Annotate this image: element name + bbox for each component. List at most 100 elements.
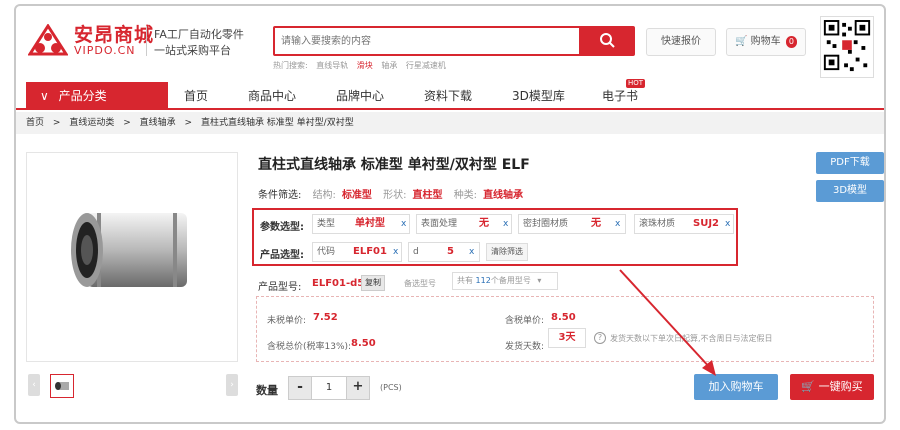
nav-item-home[interactable]: 首页	[184, 82, 208, 110]
alt-count: 112	[475, 276, 491, 285]
search-box	[273, 26, 581, 56]
param-name: d	[413, 247, 419, 257]
filter-value[interactable]: 直线轴承	[483, 190, 523, 201]
untaxed-price-label: 未税单价:	[267, 316, 307, 326]
param-name: 滚珠材质	[639, 219, 676, 229]
param-name: 表面处理	[421, 219, 458, 229]
pdf-download-button[interactable]: PDF下载	[816, 152, 884, 174]
param-selection-box: 参数选型: 类型 单衬型 x 表面处理 无 x 密封圈材质 无 x 滚珠材质 S…	[252, 208, 738, 266]
chevron-down-icon: ∨	[40, 89, 49, 103]
hot-search-label: 热门搜索:	[273, 61, 308, 70]
cart-button[interactable]: 🛒 购物车 0	[726, 28, 806, 56]
clear-filter-button[interactable]: 清除筛选	[486, 243, 528, 261]
remove-param-icon[interactable]: x	[469, 243, 474, 261]
hot-searches: 热门搜索: 直线导轨 滑块 轴承 行星减速机	[273, 60, 452, 71]
quick-quote-button[interactable]: 快速报价	[646, 28, 716, 56]
help-icon: ?	[594, 332, 606, 344]
param-name: 密封圈材质	[523, 219, 569, 229]
remove-param-icon[interactable]: x	[615, 215, 620, 233]
param-chip-ball[interactable]: 滚珠材质 SUJ2 x	[634, 214, 734, 234]
logo-icon	[28, 24, 68, 56]
copy-button[interactable]: 复制	[361, 275, 385, 291]
alt-suffix: 个备用型号	[490, 276, 531, 285]
filter-key: 形状:	[383, 190, 407, 201]
thumb-next-button[interactable]: ›	[226, 374, 238, 396]
param-value: 单衬型	[355, 218, 385, 229]
linear-bearing-image	[71, 213, 187, 287]
nav-item-products[interactable]: 商品中心	[248, 82, 296, 110]
alt-prefix: 共有	[457, 276, 473, 285]
slogan-line-1: FA工厂自动化零件	[154, 28, 244, 41]
param-value: 无	[479, 218, 489, 229]
breadcrumb-link[interactable]: 直线运动类	[69, 118, 114, 128]
search-button[interactable]	[579, 26, 635, 56]
remove-param-icon[interactable]: x	[725, 215, 730, 233]
brand-name-cn: 安昂商城	[74, 24, 155, 46]
nav-item-brands[interactable]: 品牌中心	[336, 82, 384, 110]
hot-search-link[interactable]: 轴承	[381, 61, 397, 70]
product-title: 直柱式直线轴承 标准型 单衬型/双衬型 ELF	[258, 157, 530, 173]
category-menu-button[interactable]: ∨ 产品分类	[26, 82, 168, 110]
breadcrumb-separator: >	[123, 118, 131, 128]
remove-param-icon[interactable]: x	[401, 215, 406, 233]
quantity-label: 数量	[256, 384, 278, 397]
buy-now-label: 一键购买	[818, 380, 863, 393]
breadcrumb-link[interactable]: 首页	[26, 118, 44, 128]
caret-down-icon: ▾	[537, 276, 542, 285]
taxed-price-value: 8.50	[551, 312, 576, 323]
nav-item-3d-library[interactable]: 3D模型库	[512, 82, 565, 110]
param-row-label: 产品选型:	[260, 250, 304, 261]
cart-count-badge: 0	[785, 36, 797, 48]
param-row-label: 参数选型:	[260, 222, 304, 233]
hot-search-link[interactable]: 行星减速机	[406, 61, 446, 70]
filter-value[interactable]: 直柱型	[413, 190, 443, 201]
total-price-label: 含税总价(税率13%):	[267, 342, 352, 352]
hot-search-link[interactable]: 直线导轨	[316, 61, 348, 70]
remove-param-icon[interactable]: x	[503, 215, 508, 233]
cart-icon: 🛒	[735, 36, 748, 47]
model-value: ELF01-d5	[312, 278, 365, 289]
param-name: 代码	[317, 247, 336, 257]
taxed-price-label: 含税单价:	[505, 316, 545, 326]
search-input[interactable]	[275, 28, 577, 54]
search-icon	[600, 33, 615, 48]
category-label: 产品分类	[58, 89, 107, 103]
total-price-value: 8.50	[351, 338, 376, 349]
page-frame: 安昂商城 VIPDO.CN FA工厂自动化零件 一站式采购平台 热门搜索: 直线…	[14, 4, 886, 424]
remove-param-icon[interactable]: x	[393, 243, 398, 261]
annotation-arrow-icon	[619, 269, 716, 376]
cart-label: 购物车	[750, 36, 781, 47]
alt-model-select[interactable]: 共有 112个备用型号 ▾	[452, 272, 558, 290]
param-chip-code[interactable]: 代码 ELF01 x	[312, 242, 402, 262]
brand-name-en: VIPDO.CN	[74, 44, 136, 57]
logo-divider	[146, 26, 147, 56]
param-chip-type[interactable]: 类型 单衬型 x	[312, 214, 410, 234]
buy-now-button[interactable]: 🛒 一键购买	[790, 374, 874, 400]
breadcrumb-separator: >	[52, 118, 61, 128]
bearing-thumbnail-icon	[55, 382, 69, 390]
untaxed-price-value: 7.52	[313, 312, 338, 323]
product-thumbnail[interactable]	[50, 374, 74, 398]
quantity-decrement-button[interactable]: -	[288, 376, 312, 400]
param-name: 类型	[317, 219, 336, 229]
breadcrumb: 首页 > 直线运动类 > 直线轴承 > 直柱式直线轴承 标准型 单衬型/双衬型	[16, 112, 884, 134]
param-chip-surface[interactable]: 表面处理 无 x	[416, 214, 512, 234]
breadcrumb-link[interactable]: 直线轴承	[140, 118, 176, 128]
nav-item-downloads[interactable]: 资料下载	[424, 82, 472, 110]
3d-model-button[interactable]: 3D模型	[816, 180, 884, 202]
quantity-unit: (PCS)	[380, 383, 402, 392]
quantity-input[interactable]: 1	[312, 376, 346, 400]
hot-search-link[interactable]: 滑块	[357, 61, 373, 70]
breadcrumb-current: 直柱式直线轴承 标准型 单衬型/双衬型	[200, 118, 354, 128]
param-chip-d[interactable]: d 5 x	[408, 242, 480, 262]
thumb-prev-button[interactable]: ‹	[28, 374, 40, 396]
param-chip-seal[interactable]: 密封圈材质 无 x	[518, 214, 626, 234]
model-label: 产品型号:	[258, 282, 302, 293]
alt-model-label: 备选型号	[404, 279, 436, 288]
slogan-line-2: 一站式采购平台	[154, 44, 231, 57]
filter-value[interactable]: 标准型	[342, 190, 372, 201]
quantity-increment-button[interactable]: +	[346, 376, 370, 400]
ship-days-value: 3天	[548, 328, 586, 348]
cart-icon: 🛒	[801, 380, 816, 393]
filter-key: 种类:	[453, 190, 478, 201]
